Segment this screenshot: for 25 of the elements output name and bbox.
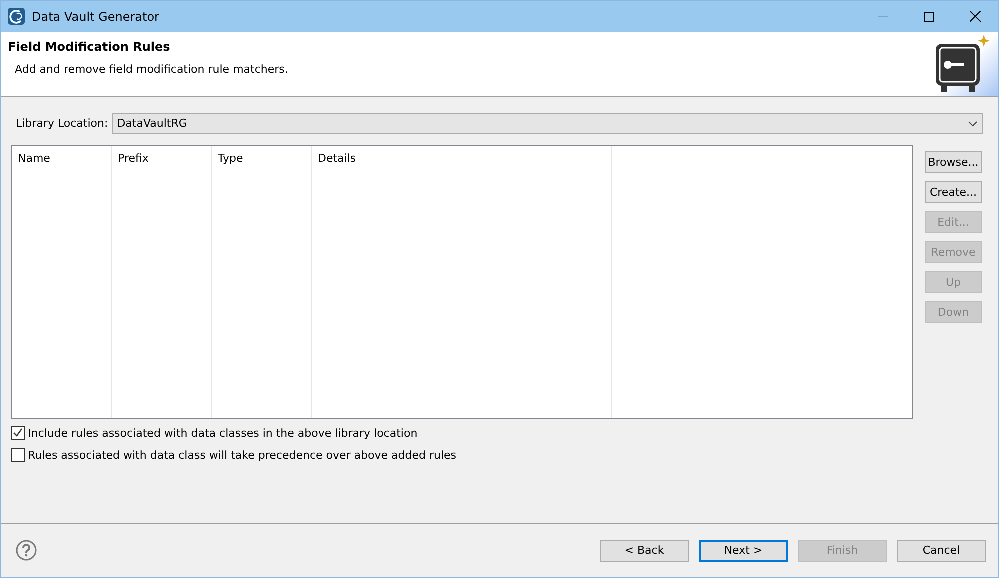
- action-button[interactable]: Create...: [925, 181, 982, 203]
- checkbox-label: Include rules associated with data classes in the above library location: [28, 426, 418, 440]
- page-title: Field Modification Rules: [8, 40, 172, 54]
- app-logo-icon: [8, 8, 25, 25]
- column-header[interactable]: Prefix: [112, 146, 212, 188]
- column-header[interactable]: Details: [312, 146, 612, 188]
- library-location-dropdown[interactable]: DataVaultRG: [112, 113, 983, 134]
- wizard-button[interactable]: Cancel: [897, 540, 986, 562]
- library-location-label: Library Location:: [16, 117, 108, 130]
- chevron-down-icon: [968, 120, 978, 126]
- checkbox[interactable]: [11, 448, 25, 462]
- checkbox-label: Rules associated with data class will take precedence over above added rules: [28, 448, 457, 462]
- wizard-button[interactable]: < Back: [600, 540, 689, 562]
- help-icon[interactable]: [16, 540, 37, 561]
- wizard-button[interactable]: Next >: [699, 540, 788, 562]
- page-description: Add and remove field modification rule matchers.: [15, 63, 288, 76]
- sparkle-icon: [978, 35, 990, 47]
- column-header[interactable]: Type: [212, 146, 312, 188]
- column-header[interactable]: Name: [12, 146, 112, 188]
- safe-icon: [935, 43, 981, 93]
- window-title: Data Vault Generator: [32, 10, 160, 24]
- maximize-icon[interactable]: [924, 12, 934, 22]
- action-button[interactable]: Browse...: [925, 151, 982, 173]
- checkbox[interactable]: [11, 426, 25, 440]
- close-icon[interactable]: [970, 11, 980, 22]
